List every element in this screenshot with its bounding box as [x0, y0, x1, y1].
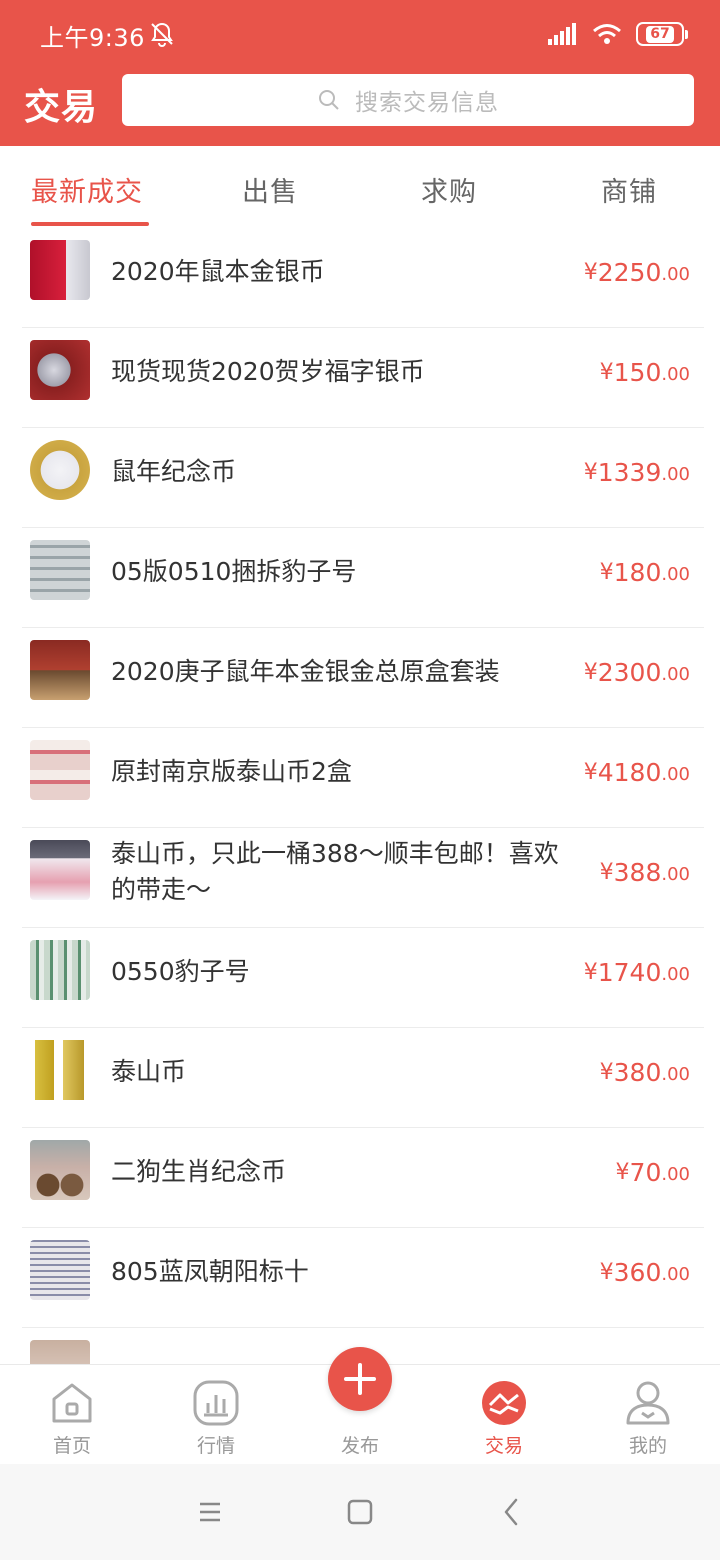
- item-title: 二狗生肖纪念币: [111, 1157, 287, 1186]
- system-nav-bar: [0, 1464, 720, 1560]
- list-item[interactable]: 二狗生肖纪念币 ¥70.00: [0, 1128, 720, 1228]
- publish-button[interactable]: [328, 1347, 392, 1411]
- nav-profile[interactable]: 我的: [576, 1365, 720, 1465]
- item-title: 2020庚子鼠年本金银金总原盒套装: [111, 657, 500, 686]
- product-thumbnail: [30, 840, 90, 900]
- nav-label: 首页: [52, 1435, 91, 1457]
- status-time: 上午9:36: [40, 24, 145, 52]
- list-item[interactable]: 05版0510捆拆豹子号 ¥180.00: [0, 528, 720, 628]
- list-item[interactable]: 2020年鼠本金银币 ¥2250.00: [0, 228, 720, 328]
- item-price: ¥360.00: [599, 1257, 690, 1287]
- home-square-icon[interactable]: [342, 1494, 378, 1530]
- search-icon: [319, 90, 339, 110]
- item-title: 05版0510捆拆豹子号: [111, 557, 357, 586]
- list-item[interactable]: 现货现货2020贺岁福字银币 ¥150.00: [0, 328, 720, 428]
- item-price: ¥2250.00: [583, 257, 690, 287]
- item-price: ¥1740.00: [583, 957, 690, 987]
- home-icon: [52, 1383, 92, 1423]
- bell-off-icon: [151, 22, 173, 47]
- product-thumbnail: [30, 740, 90, 800]
- product-thumbnail: [30, 240, 90, 300]
- list-item[interactable]: 泰山币，只此一桶388～顺丰包邮！喜欢的带走～ ¥388.00: [0, 828, 720, 928]
- page-title: 交易: [24, 87, 99, 128]
- tab-shops[interactable]: 商铺: [601, 170, 657, 209]
- battery-level: 67: [646, 25, 674, 43]
- chart-icon: [193, 1380, 239, 1426]
- battery-icon: 67: [636, 22, 688, 46]
- product-thumbnail: [30, 440, 90, 500]
- product-thumbnail: [30, 1340, 90, 1364]
- product-thumbnail: [30, 1240, 90, 1300]
- item-price: ¥2300.00: [583, 657, 690, 687]
- item-price: ¥388.00: [599, 857, 690, 887]
- tab-active-indicator: [31, 222, 149, 226]
- list-item[interactable]: 原封南京版泰山币2盒 ¥4180.00: [0, 728, 720, 828]
- nav-label: 我的: [628, 1435, 667, 1457]
- app-header: 上午9:36 67 交易 搜索交易信息: [0, 0, 720, 146]
- signal-icon: [548, 23, 576, 45]
- back-icon[interactable]: [494, 1494, 530, 1530]
- user-icon: [626, 1381, 670, 1425]
- search-placeholder: 搜索交易信息: [355, 90, 499, 116]
- list-item[interactable]: 2020庚子鼠年本金银金总原盒套装 ¥2300.00: [0, 628, 720, 728]
- item-title: 805蓝凤朝阳标十: [111, 1257, 309, 1286]
- item-title: 泰山币，只此一桶388～顺丰包邮！喜欢的带走～: [111, 839, 559, 904]
- item-price: ¥150.00: [599, 357, 690, 387]
- product-thumbnail: [30, 1040, 90, 1100]
- item-price: ¥180.00: [599, 557, 690, 587]
- search-input[interactable]: 搜索交易信息: [122, 74, 694, 126]
- plus-icon: [344, 1363, 376, 1395]
- item-title: 原封南京版泰山币2盒: [111, 757, 352, 786]
- item-title: 0550豹子号: [111, 957, 250, 986]
- item-price: ¥70.00: [615, 1157, 690, 1187]
- menu-icon[interactable]: [192, 1494, 228, 1530]
- nav-trade[interactable]: 交易: [432, 1365, 576, 1465]
- nav-label: 发布: [340, 1435, 379, 1457]
- item-title: 鼠年纪念币: [111, 457, 237, 486]
- product-thumbnail: [30, 640, 90, 700]
- nav-label: 交易: [484, 1435, 523, 1457]
- item-price: ¥4180.00: [583, 757, 690, 787]
- product-thumbnail: [30, 340, 90, 400]
- item-price: ¥1339.00: [583, 457, 690, 487]
- list-item[interactable]: 鼠年纪念币 ¥1339.00: [0, 428, 720, 528]
- status-bar: 上午9:36 67: [0, 0, 720, 66]
- list-item[interactable]: 0550豹子号 ¥1740.00: [0, 928, 720, 1028]
- trade-icon: [482, 1381, 526, 1425]
- tab-bar: 最新成交 出售 求购 商铺: [0, 146, 720, 228]
- item-title: 2020年鼠本金银币: [111, 257, 325, 286]
- status-indicators: 67: [548, 20, 688, 48]
- product-thumbnail: [30, 1140, 90, 1200]
- nav-market[interactable]: 行情: [144, 1365, 288, 1465]
- deal-list: 2020年鼠本金银币 ¥2250.00 现货现货2020贺岁福字银币 ¥150.…: [0, 228, 720, 1364]
- product-thumbnail: [30, 540, 90, 600]
- item-price: ¥380.00: [599, 1057, 690, 1087]
- nav-label: 行情: [196, 1435, 235, 1457]
- list-item[interactable]: 805蓝凤朝阳标十 ¥360.00: [0, 1228, 720, 1328]
- item-title: 泰山币: [111, 1057, 187, 1086]
- nav-home[interactable]: 首页: [0, 1365, 144, 1465]
- wifi-icon: [593, 24, 621, 44]
- item-title: 现货现货2020贺岁福字银币: [111, 357, 425, 386]
- list-item[interactable]: 泰山币 ¥380.00: [0, 1028, 720, 1128]
- tab-buy[interactable]: 求购: [421, 170, 477, 209]
- tab-latest-deals[interactable]: 最新成交: [31, 170, 143, 209]
- product-thumbnail: [30, 940, 90, 1000]
- bottom-nav: 首页 行情 发布 交易 我的: [0, 1347, 720, 1465]
- nav-publish[interactable]: 发布: [288, 1347, 432, 1465]
- tab-sell[interactable]: 出售: [242, 170, 298, 209]
